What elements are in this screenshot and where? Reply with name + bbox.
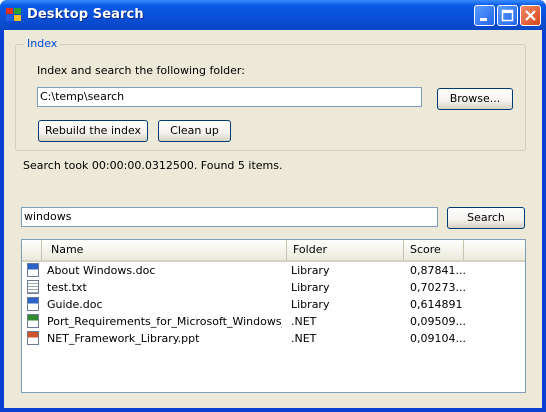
row-score: 0,70273...: [410, 281, 466, 294]
row-folder: Library: [291, 298, 330, 311]
client-area: Index Index and search the following fol…: [4, 30, 542, 408]
results-list[interactable]: Name Folder Score About Windows.doc Libr…: [21, 239, 526, 393]
column-header-score[interactable]: Score: [404, 240, 464, 260]
row-name: About Windows.doc: [47, 264, 156, 277]
search-input[interactable]: windows: [21, 207, 438, 227]
minimize-icon: [480, 18, 487, 21]
title-bar[interactable]: Desktop Search: [0, 0, 546, 30]
column-header-name[interactable]: Name: [42, 240, 287, 260]
app-window: Desktop Search Index Index and search th…: [0, 0, 546, 412]
table-row[interactable]: Guide.doc Library 0,614891: [22, 296, 525, 313]
index-group-legend: Index: [24, 37, 61, 50]
row-name: Port_Requirements_for_Microsoft_Windows_…: [47, 315, 282, 328]
row-folder: .NET: [291, 332, 317, 345]
close-button[interactable]: [520, 5, 541, 26]
close-icon: [525, 10, 536, 21]
word-doc-icon: [27, 297, 39, 311]
text-file-icon: [27, 280, 39, 294]
folder-instruction-label: Index and search the following folder:: [37, 64, 245, 77]
powerpoint-file-icon: [27, 331, 39, 345]
minimize-button[interactable]: [474, 5, 495, 26]
maximize-icon: [501, 9, 514, 22]
row-folder: .NET: [291, 315, 317, 328]
row-folder: Library: [291, 264, 330, 277]
row-folder: Library: [291, 281, 330, 294]
table-row[interactable]: About Windows.doc Library 0,87841...: [22, 262, 525, 279]
search-button[interactable]: Search: [447, 207, 525, 229]
row-name: Guide.doc: [47, 298, 103, 311]
row-score: 0,09509...: [410, 315, 466, 328]
row-score: 0,09104...: [410, 332, 466, 345]
rebuild-index-button[interactable]: Rebuild the index: [38, 120, 148, 142]
table-row[interactable]: test.txt Library 0,70273...: [22, 279, 525, 296]
clean-up-button[interactable]: Clean up: [158, 120, 231, 142]
row-score: 0,87841...: [410, 264, 466, 277]
status-text: Search took 00:00:00.0312500. Found 5 it…: [23, 159, 283, 172]
row-name: NET_Framework_Library.ppt: [47, 332, 200, 345]
app-icon: [6, 8, 22, 22]
column-header-folder[interactable]: Folder: [287, 240, 404, 260]
table-row[interactable]: NET_Framework_Library.ppt .NET 0,09104..…: [22, 330, 525, 347]
folder-path-field[interactable]: C:\temp\search: [37, 87, 422, 107]
row-name: test.txt: [47, 281, 87, 294]
word-doc-icon: [27, 263, 39, 277]
row-score: 0,614891: [410, 298, 463, 311]
window-title: Desktop Search: [27, 7, 144, 22]
excel-file-icon: [27, 314, 39, 328]
maximize-button[interactable]: [497, 5, 518, 26]
column-header-icon[interactable]: [22, 240, 42, 260]
results-header: Name Folder Score: [22, 240, 525, 262]
table-row[interactable]: Port_Requirements_for_Microsoft_Windows_…: [22, 313, 525, 330]
browse-button[interactable]: Browse...: [437, 88, 513, 110]
